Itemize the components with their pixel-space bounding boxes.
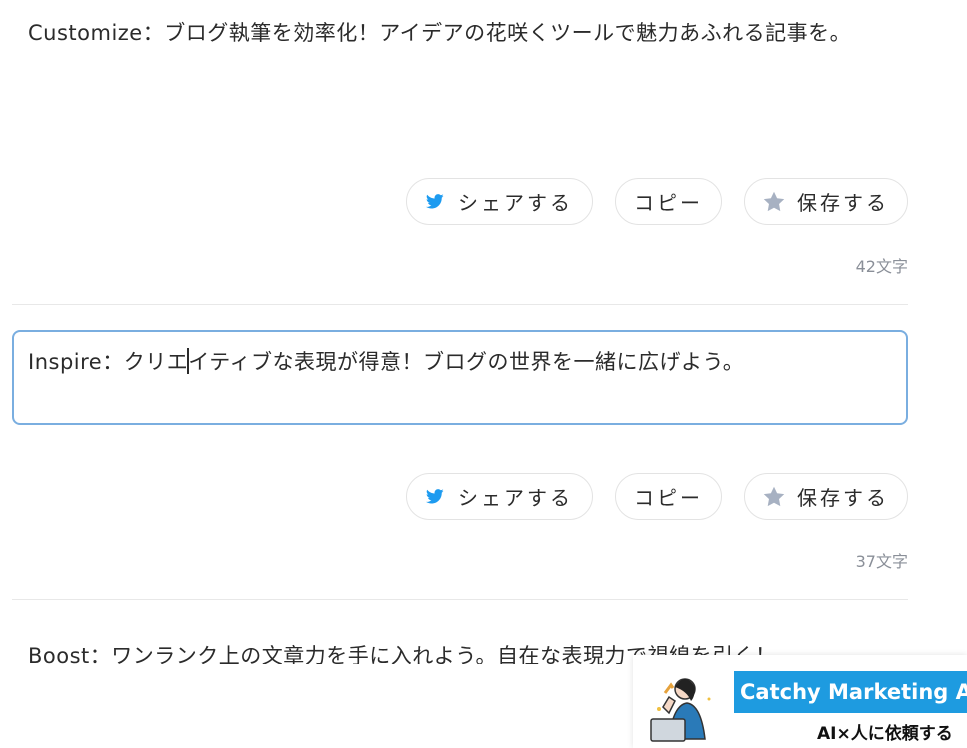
character-count: 42文字 <box>855 257 908 276</box>
twitter-bird-icon <box>426 194 444 209</box>
share-label: シェアする <box>458 191 573 215</box>
result-text-editing[interactable]: Inspire：クリエイティブな表現が得意！ブログの世界を一緒に広げよう。 <box>12 330 908 425</box>
person-laptop-illustration <box>649 669 729 747</box>
save-button[interactable]: 保存する <box>744 473 908 520</box>
divider <box>12 304 908 305</box>
copy-label: コピー <box>634 191 703 215</box>
ad-subtitle[interactable]: AI×人に依頼する <box>817 719 953 744</box>
copy-button[interactable]: コピー <box>615 473 722 520</box>
twitter-bird-icon <box>426 489 444 504</box>
ad-title[interactable]: Catchy Marketing As <box>734 671 967 713</box>
card-actions: シェアする コピー 保存する <box>406 473 908 520</box>
share-label: シェアする <box>458 486 573 510</box>
copy-label: コピー <box>634 486 703 510</box>
star-icon <box>763 486 785 507</box>
result-text[interactable]: Customize：ブログ執筆を効率化！アイデアの花咲くツールで魅力あふれる記事… <box>12 1 908 65</box>
share-button[interactable]: シェアする <box>406 473 593 520</box>
save-button[interactable]: 保存する <box>744 178 908 225</box>
text-before-caret: Inspire：クリエ <box>28 350 189 374</box>
divider <box>12 599 908 600</box>
star-icon <box>763 191 785 212</box>
ad-banner[interactable]: Catchy Marketing As AI×人に依頼する <box>633 655 967 748</box>
card-actions: シェアする コピー 保存する <box>406 178 908 225</box>
save-label: 保存する <box>797 191 889 215</box>
share-button[interactable]: シェアする <box>406 178 593 225</box>
text-after-caret: イティブな表現が得意！ブログの世界を一緒に広げよう。 <box>188 350 745 374</box>
character-count: 37文字 <box>855 552 908 571</box>
copy-button[interactable]: コピー <box>615 178 722 225</box>
save-label: 保存する <box>797 486 889 510</box>
